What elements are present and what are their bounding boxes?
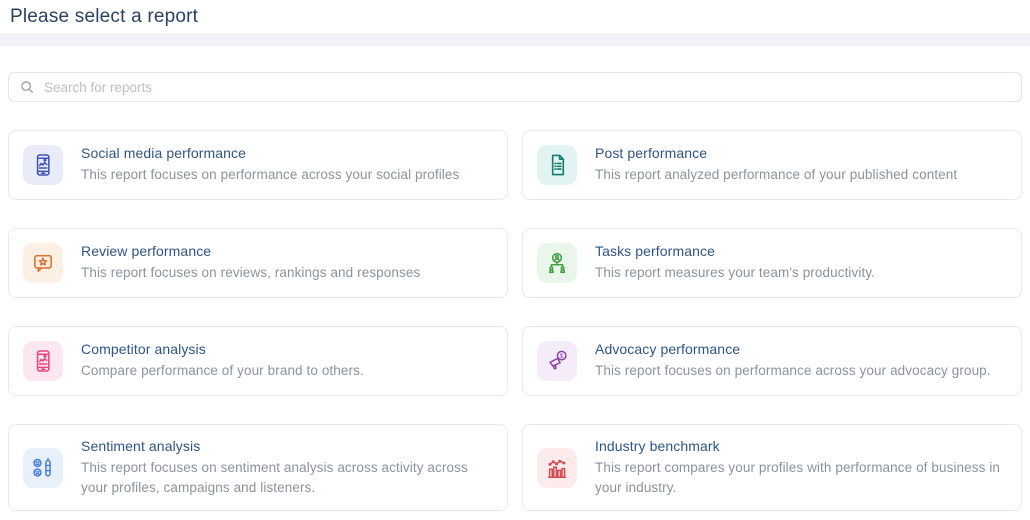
report-title: Sentiment analysis xyxy=(81,438,493,454)
report-description: This report focuses on reviews, rankings… xyxy=(81,263,493,283)
report-description: This report focuses on performance acros… xyxy=(595,361,1007,381)
report-grid: Social media performance This report foc… xyxy=(8,130,1022,511)
report-description: This report compares your profiles with … xyxy=(595,458,1007,497)
report-description: Compare performance of your brand to oth… xyxy=(81,361,493,381)
report-card[interactable]: Industry benchmark This report compares … xyxy=(522,424,1022,511)
report-card[interactable]: Competitor analysis Compare performance … xyxy=(8,326,508,396)
report-title: Competitor analysis xyxy=(81,341,493,357)
page-header: Please select a report xyxy=(0,0,1030,33)
report-title: Tasks performance xyxy=(595,243,1007,259)
report-card[interactable]: Sentiment analysis This report focuses o… xyxy=(8,424,508,511)
report-card[interactable]: Tasks performance This report measures y… xyxy=(522,228,1022,298)
report-description: This report focuses on performance acros… xyxy=(81,165,493,185)
report-description: This report focuses on sentiment analysi… xyxy=(81,458,493,497)
review-bubble-star-icon xyxy=(23,243,63,283)
report-title: Advocacy performance xyxy=(595,341,1007,357)
report-card[interactable]: Review performance This report focuses o… xyxy=(8,228,508,298)
search-input[interactable] xyxy=(44,80,1011,95)
report-picker: Social media performance This report foc… xyxy=(0,46,1030,511)
header-divider-band xyxy=(0,33,1030,46)
smartphone-chart-icon xyxy=(23,145,63,185)
report-card[interactable]: Advocacy performance This report focuses… xyxy=(522,326,1022,396)
page-title: Please select a report xyxy=(10,6,198,28)
report-title: Industry benchmark xyxy=(595,438,1007,454)
sentiment-faces-icon xyxy=(23,448,63,488)
report-description: This report measures your team's product… xyxy=(595,263,1007,283)
report-title: Social media performance xyxy=(81,145,493,161)
bar-line-chart-icon xyxy=(537,448,577,488)
report-title: Post performance xyxy=(595,145,1007,161)
report-title: Review performance xyxy=(81,243,493,259)
search-icon xyxy=(19,79,35,95)
document-list-icon xyxy=(537,145,577,185)
report-description: This report analyzed performance of your… xyxy=(595,165,1007,185)
search-bar[interactable] xyxy=(8,72,1022,102)
team-org-icon xyxy=(537,243,577,283)
report-card[interactable]: Social media performance This report foc… xyxy=(8,130,508,200)
megaphone-dollar-icon xyxy=(537,341,577,381)
report-card[interactable]: Post performance This report analyzed pe… xyxy=(522,130,1022,200)
smartphone-chart-icon xyxy=(23,341,63,381)
